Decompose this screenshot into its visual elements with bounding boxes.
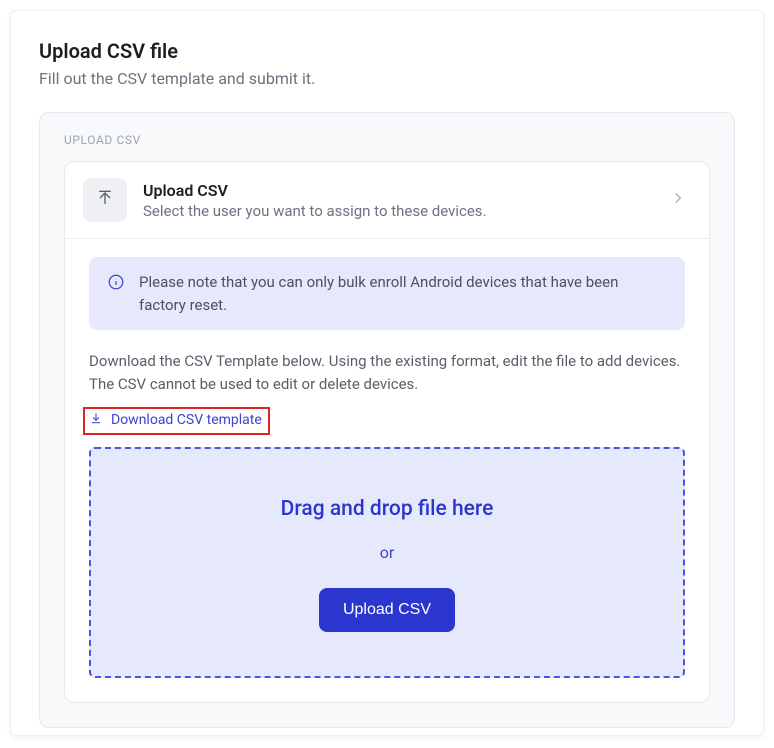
upload-icon bbox=[95, 188, 115, 212]
card-title: Upload CSV bbox=[143, 181, 669, 200]
page-title: Upload CSV file bbox=[39, 39, 735, 63]
info-notice: Please note that you can only bulk enrol… bbox=[89, 257, 685, 330]
chevron-right-icon bbox=[669, 189, 687, 211]
download-icon bbox=[89, 411, 103, 429]
card-desc: Select the user you want to assign to th… bbox=[143, 202, 669, 220]
card-body: Please note that you can only bulk enrol… bbox=[65, 239, 709, 702]
upload-card: Upload CSV Select the user you want to a… bbox=[64, 161, 710, 703]
page-container: Upload CSV file Fill out the CSV templat… bbox=[10, 10, 764, 736]
download-link-label: Download CSV template bbox=[111, 412, 262, 428]
instructions-text: Download the CSV Template below. Using t… bbox=[89, 350, 685, 397]
download-highlight: Download CSV template bbox=[83, 407, 270, 435]
card-header-texts: Upload CSV Select the user you want to a… bbox=[143, 181, 669, 220]
page-subtitle: Fill out the CSV template and submit it. bbox=[39, 69, 735, 88]
upload-icon-box bbox=[83, 178, 127, 222]
section-label: UPLOAD CSV bbox=[64, 133, 710, 147]
file-dropzone[interactable]: Drag and drop file here or Upload CSV bbox=[89, 447, 685, 678]
dropzone-or: or bbox=[111, 543, 663, 562]
upload-csv-button[interactable]: Upload CSV bbox=[319, 588, 455, 632]
upload-section: UPLOAD CSV Upload CSV Select the user yo… bbox=[39, 112, 735, 728]
dropzone-title: Drag and drop file here bbox=[111, 497, 663, 521]
download-template-link[interactable]: Download CSV template bbox=[89, 411, 262, 429]
card-header[interactable]: Upload CSV Select the user you want to a… bbox=[65, 162, 709, 239]
notice-text: Please note that you can only bulk enrol… bbox=[139, 271, 667, 316]
info-icon bbox=[107, 273, 125, 291]
